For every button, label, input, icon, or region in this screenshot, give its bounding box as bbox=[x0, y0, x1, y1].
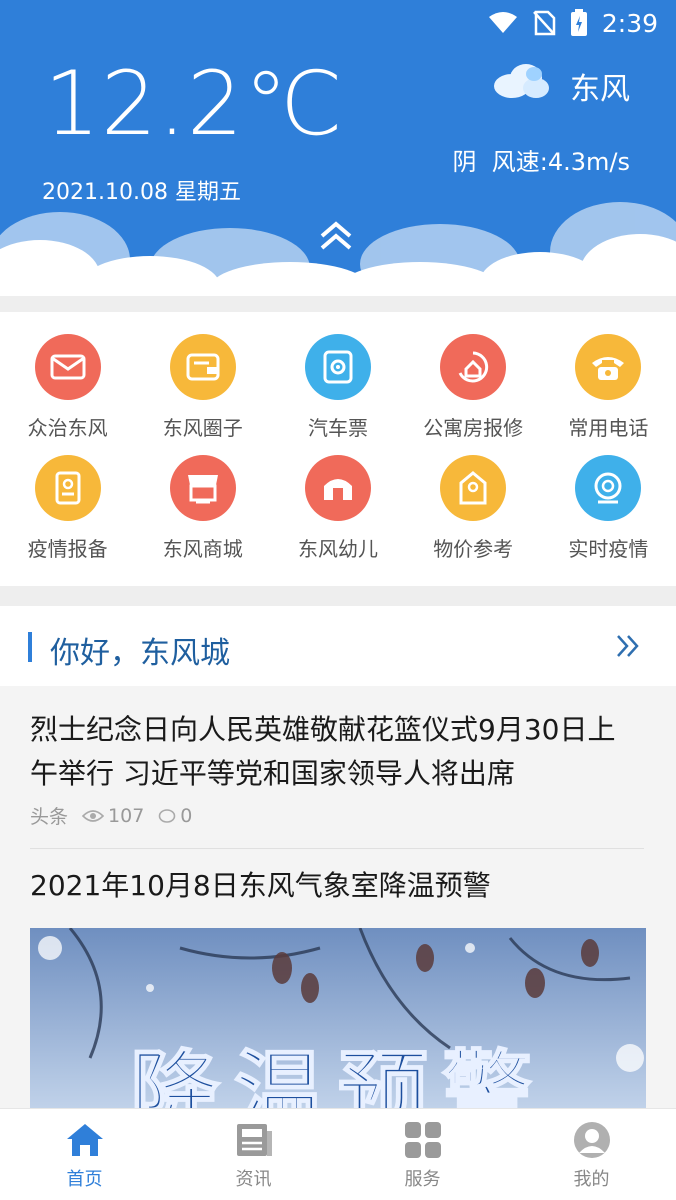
cloud-icon bbox=[494, 64, 549, 98]
battery-icon bbox=[570, 9, 587, 36]
service-label: 物价参考 bbox=[433, 537, 514, 561]
comment-count: 0 bbox=[180, 804, 193, 827]
image-caption: 降温预警 bbox=[129, 1040, 546, 1110]
view-count: 107 bbox=[108, 804, 145, 827]
weather-header: 2:39 12.2℃ 东风 阴 风速:4.3m/s 2021.10.08 星期五 bbox=[0, 0, 676, 296]
service-grid: 众治东风 东风圈子 汽车票 公寓房报修 常用电话 疫情报备 东风商城 东风幼儿 … bbox=[0, 334, 676, 562]
news-icon bbox=[236, 1124, 272, 1156]
virus-icon bbox=[575, 455, 642, 521]
report-icon bbox=[34, 455, 101, 521]
wind-direction: 东风 bbox=[570, 72, 630, 107]
service-label: 公寓房报修 bbox=[423, 416, 524, 440]
service-item-mall[interactable]: 东风商城 bbox=[135, 455, 270, 562]
home-icon bbox=[66, 1124, 103, 1156]
service-label: 东风幼儿 bbox=[297, 537, 378, 561]
service-grid-card: 众治东风 东风圈子 汽车票 公寓房报修 常用电话 疫情报备 东风商城 东风幼儿 … bbox=[0, 312, 676, 586]
nav-news[interactable]: 资讯 bbox=[169, 1109, 338, 1200]
comments-group: 0 bbox=[158, 805, 192, 827]
service-label: 疫情报备 bbox=[27, 537, 108, 561]
nav-label: 资讯 bbox=[235, 1169, 272, 1190]
news-title: 2021年10月8日东风气象室降温预警 bbox=[30, 869, 491, 902]
nav-label: 服务 bbox=[404, 1169, 441, 1190]
news-thumbnail: 降温预警 bbox=[30, 928, 646, 1110]
service-label: 众治东风 bbox=[27, 416, 108, 440]
status-time: 2:39 bbox=[601, 8, 658, 38]
weather-condition: 阴 风速:4.3m/s bbox=[453, 142, 631, 177]
grid-icon bbox=[404, 1122, 441, 1158]
news-item[interactable]: 烈士纪念日向人民英雄敬献花篮仪式9月30日上午举行 习近平等党和国家领导人将出席… bbox=[0, 686, 676, 848]
kindergarten-icon bbox=[304, 455, 371, 521]
news-list: 烈士纪念日向人民英雄敬献花篮仪式9月30日上午举行 习近平等党和国家领导人将出席… bbox=[0, 686, 676, 1110]
news-meta: 头条 107 0 bbox=[30, 802, 192, 829]
eye-icon bbox=[82, 809, 105, 822]
news-item[interactable]: 2021年10月8日东风气象室降温预警 降温预警 bbox=[0, 850, 676, 1110]
service-item-price[interactable]: 物价参考 bbox=[406, 455, 541, 562]
ticket-icon bbox=[304, 334, 371, 400]
service-label: 汽车票 bbox=[307, 416, 368, 440]
news-divider bbox=[30, 848, 644, 849]
house-repair-icon bbox=[440, 334, 507, 400]
chevron-double-right-icon[interactable] bbox=[614, 632, 642, 660]
phone-icon bbox=[575, 334, 642, 400]
section-title: 你好，东风城 bbox=[50, 636, 230, 671]
service-label: 东风圈子 bbox=[162, 416, 243, 440]
comment-icon bbox=[158, 808, 176, 823]
views-group: 107 bbox=[82, 805, 144, 827]
wallet-icon bbox=[169, 334, 236, 400]
service-item-phone[interactable]: 常用电话 bbox=[541, 334, 676, 441]
service-label: 东风商城 bbox=[162, 537, 243, 561]
nav-home[interactable]: 首页 bbox=[0, 1109, 169, 1200]
service-item-live-epidemic[interactable]: 实时疫情 bbox=[541, 455, 676, 562]
news-section-header: 你好，东风城 bbox=[0, 606, 676, 686]
service-item-zhongzhi[interactable]: 众治东风 bbox=[0, 334, 135, 441]
bottom-nav: 首页 资讯 服务 我的 bbox=[0, 1108, 676, 1200]
wifi-icon bbox=[488, 12, 517, 33]
nav-label: 我的 bbox=[573, 1169, 610, 1190]
nav-services[interactable]: 服务 bbox=[338, 1109, 507, 1200]
nav-label: 首页 bbox=[66, 1169, 103, 1190]
user-icon bbox=[573, 1122, 610, 1158]
service-item-kindergarten[interactable]: 东风幼儿 bbox=[270, 455, 405, 562]
status-bar: 2:39 bbox=[488, 8, 658, 38]
service-label: 实时疫情 bbox=[568, 537, 649, 561]
mail-icon bbox=[34, 334, 101, 400]
wind-speed: 风速:4.3m/s bbox=[491, 148, 630, 176]
service-item-epidemic-report[interactable]: 疫情报备 bbox=[0, 455, 135, 562]
no-sim-icon bbox=[532, 10, 556, 36]
service-item-apartment-repair[interactable]: 公寓房报修 bbox=[406, 334, 541, 441]
service-item-circle[interactable]: 东风圈子 bbox=[135, 334, 270, 441]
service-item-bus-ticket[interactable]: 汽车票 bbox=[270, 334, 405, 441]
nav-profile[interactable]: 我的 bbox=[507, 1109, 676, 1200]
temperature: 12.2℃ bbox=[44, 52, 344, 155]
service-label: 常用电话 bbox=[568, 416, 649, 440]
news-title: 烈士纪念日向人民英雄敬献花篮仪式9月30日上午举行 习近平等党和国家领导人将出席 bbox=[30, 713, 616, 790]
section-accent-bar bbox=[28, 632, 32, 662]
condition-text: 阴 bbox=[452, 148, 477, 176]
expand-up-icon[interactable] bbox=[316, 216, 356, 256]
shop-icon bbox=[169, 455, 236, 521]
price-tag-icon bbox=[440, 455, 507, 521]
news-tag: 头条 bbox=[30, 806, 69, 828]
